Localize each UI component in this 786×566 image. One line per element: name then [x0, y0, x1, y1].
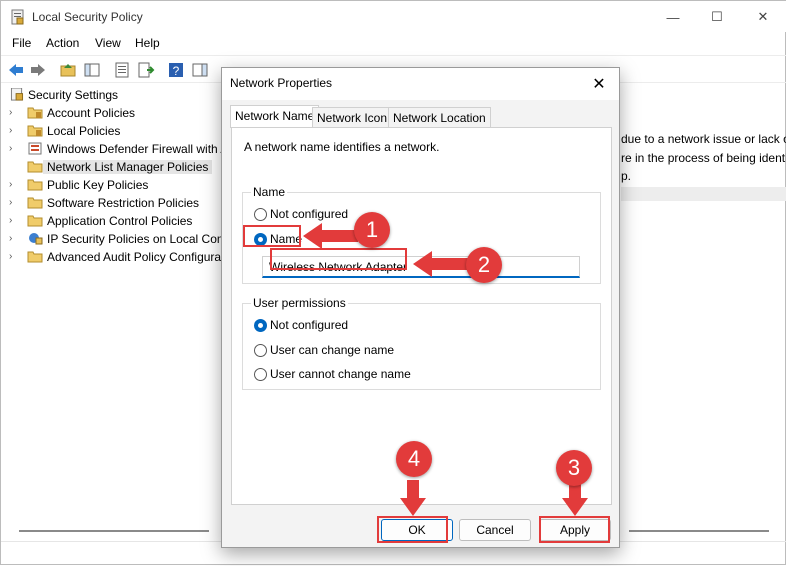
- tree-item-windows-defender-firewall[interactable]: › Windows Defender Firewall with A: [1, 140, 231, 158]
- tree-pane: Security Settings › Account Policies › Loca…: [1, 84, 231, 534]
- arrow-left-icon: [303, 223, 358, 249]
- tree-item-ip-security-policies[interactable]: › IP Security Policies on Local Com: [1, 230, 231, 248]
- chevron-right-icon[interactable]: ›: [9, 125, 12, 136]
- cancel-button[interactable]: Cancel: [459, 519, 531, 541]
- ip-security-icon: [29, 233, 43, 245]
- radio-label: User cannot change name: [270, 367, 411, 381]
- menu-help[interactable]: Help: [135, 36, 160, 50]
- security-policy-icon: [11, 9, 24, 25]
- network-name-description: A network name identifies a network.: [244, 140, 440, 154]
- menu-bar: File Action View Help: [1, 32, 786, 54]
- permissions-group-label: User permissions: [251, 296, 348, 310]
- policy-folder-icon: [27, 125, 43, 137]
- folder-icon: [27, 215, 43, 227]
- window-title: Local Security Policy: [32, 10, 143, 24]
- tree-item-software-restriction-policies[interactable]: › Software Restriction Policies: [1, 194, 231, 212]
- tree-root[interactable]: Security Settings: [1, 86, 231, 104]
- description-line-2: re in the process of being identi: [621, 151, 786, 165]
- maximize-button[interactable]: ☐: [697, 5, 737, 29]
- tree-item-label: Local Policies: [47, 124, 121, 138]
- security-settings-icon: [10, 88, 24, 101]
- arrow-down-icon: [400, 480, 426, 516]
- radio-circle: [254, 344, 267, 357]
- radio-circle: [254, 208, 267, 221]
- help-icon[interactable]: ?: [167, 61, 185, 79]
- highlight-apply-button: [539, 516, 610, 543]
- chevron-right-icon[interactable]: ›: [9, 143, 12, 154]
- chevron-right-icon[interactable]: ›: [9, 233, 12, 244]
- description-divider: [621, 187, 786, 201]
- tree-item-label: Windows Defender Firewall with A: [47, 142, 229, 156]
- tree-item-application-control-policies[interactable]: › Application Control Policies: [1, 212, 231, 230]
- highlight-ok-button: [377, 516, 448, 543]
- tree-item-public-key-policies[interactable]: › Public Key Policies: [1, 176, 231, 194]
- chevron-right-icon[interactable]: ›: [9, 197, 12, 208]
- tree-item-network-list-manager-policies[interactable]: Network List Manager Policies: [1, 158, 231, 176]
- folder-icon: [27, 179, 43, 191]
- tree-item-local-policies[interactable]: › Local Policies: [1, 122, 231, 140]
- folder-icon: [27, 161, 43, 173]
- chevron-right-icon[interactable]: ›: [9, 215, 12, 226]
- dialog-title: Network Properties: [230, 76, 333, 90]
- tab-network-name[interactable]: Network Name: [230, 105, 320, 128]
- tab-network-location[interactable]: Network Location: [388, 107, 491, 128]
- show-hide-tree-icon[interactable]: [83, 61, 101, 79]
- forward-icon[interactable]: [29, 61, 47, 79]
- properties-icon[interactable]: [113, 61, 131, 79]
- description-line-1: due to a network issue or lack o: [621, 132, 786, 146]
- highlight-name-radio: [243, 225, 301, 247]
- tree-item-label: Account Policies: [47, 106, 136, 120]
- policy-folder-icon: [27, 107, 43, 119]
- chevron-right-icon[interactable]: ›: [9, 251, 12, 262]
- tree-item-label: Advanced Audit Policy Configura: [47, 250, 222, 264]
- tree-item-label: Public Key Policies: [47, 178, 149, 192]
- tree-item-advanced-audit-policy[interactable]: › Advanced Audit Policy Configura: [1, 248, 231, 266]
- close-button[interactable]: ✕: [743, 5, 783, 29]
- dialog-title-bar: Network Properties ✕: [222, 68, 619, 100]
- firewall-icon: [28, 142, 42, 155]
- step-marker-4: 4: [396, 441, 432, 477]
- tree-item-label: IP Security Policies on Local Com: [47, 232, 227, 246]
- radio-label: User can change name: [270, 343, 395, 357]
- details-scrollbar[interactable]: [629, 530, 769, 532]
- title-bar: Local Security Policy — ☐ ✕: [1, 1, 786, 32]
- tree-scrollbar[interactable]: [19, 530, 209, 532]
- dialog-close-button[interactable]: ✕: [585, 72, 613, 96]
- folder-icon: [27, 251, 43, 263]
- step-marker-2: 2: [466, 247, 502, 283]
- radio-circle: [254, 319, 267, 332]
- tree-item-label: Application Control Policies: [47, 214, 193, 228]
- tab-network-icon[interactable]: Network Icon: [312, 107, 393, 128]
- export-list-icon[interactable]: [137, 61, 155, 79]
- tree-item-label: Network List Manager Policies: [43, 160, 213, 174]
- radio-label: Not configured: [270, 318, 349, 332]
- name-group-label: Name: [251, 185, 288, 199]
- tree-item-label: Software Restriction Policies: [47, 196, 200, 210]
- chevron-right-icon[interactable]: ›: [9, 179, 12, 190]
- tree-item-account-policies[interactable]: › Account Policies: [1, 104, 231, 122]
- user-permissions-group: User permissions Not configured User can…: [242, 296, 601, 390]
- step-marker-1: 1: [354, 212, 390, 248]
- radio-circle: [254, 368, 267, 381]
- description-line-3: p.: [621, 169, 632, 183]
- up-folder-icon[interactable]: [59, 61, 77, 79]
- menu-view[interactable]: View: [95, 36, 121, 50]
- chevron-right-icon[interactable]: ›: [9, 107, 12, 118]
- step-marker-3: 3: [556, 450, 592, 486]
- action-pane-icon[interactable]: [191, 61, 209, 79]
- minimize-button[interactable]: —: [653, 5, 693, 29]
- tree-root-label: Security Settings: [28, 88, 119, 102]
- svg-text:?: ?: [173, 64, 180, 78]
- back-icon[interactable]: [7, 61, 25, 79]
- folder-icon: [27, 197, 43, 209]
- menu-file[interactable]: File: [12, 36, 31, 50]
- menu-action[interactable]: Action: [46, 36, 79, 50]
